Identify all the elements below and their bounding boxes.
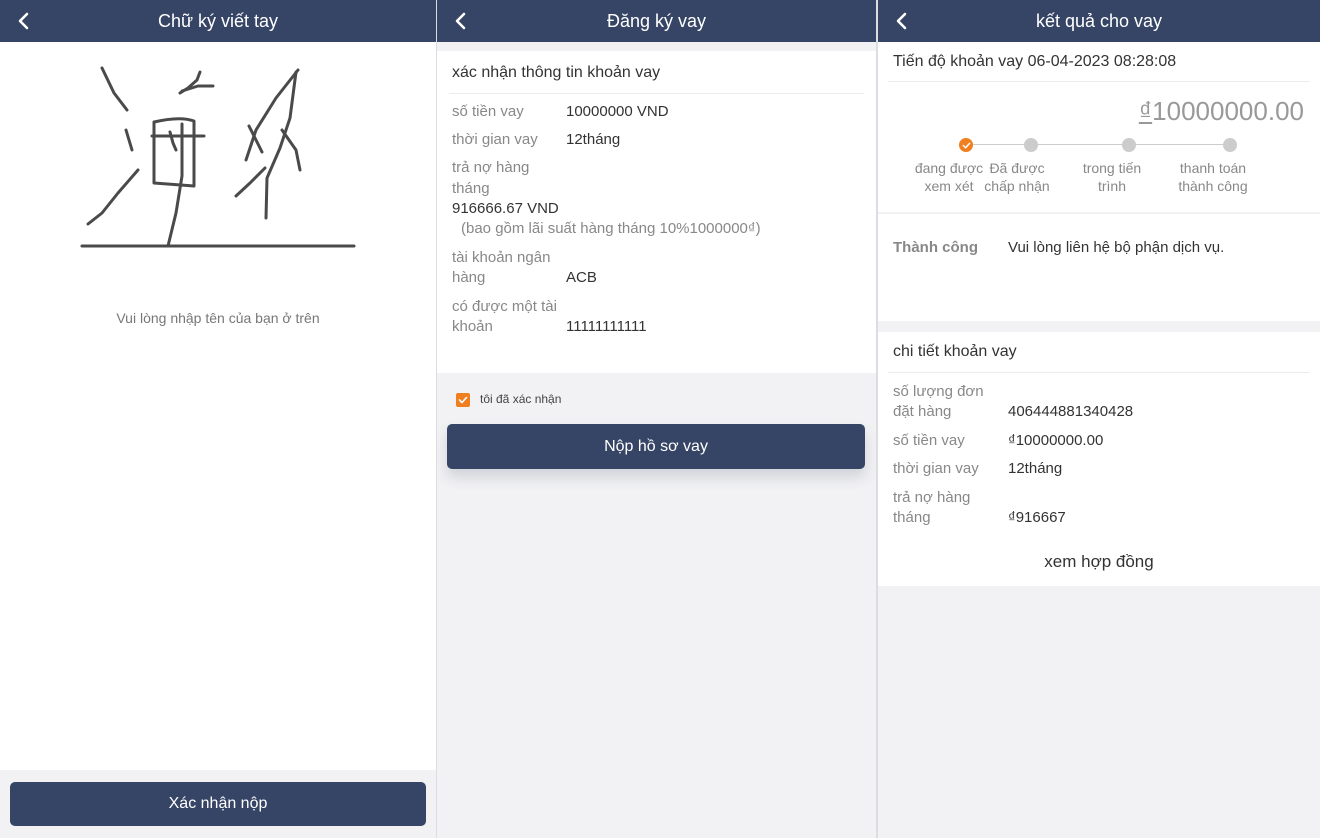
progress-title: Tiến độ khoản vay 06-04-2023 08:28:08	[893, 53, 1177, 70]
step-label-line2: trình	[1097, 178, 1126, 194]
loan-details-card: chi tiết khoản vay số lượng đơn đặt hàng…	[878, 332, 1320, 586]
bank-account-label-line2: hàng	[452, 269, 486, 286]
step-dot-in-progress	[1122, 138, 1136, 152]
loan-result-screen: kết quả cho vay Tiến độ khoản vay 06-04-…	[878, 0, 1320, 838]
bank-account-value: ACB	[566, 269, 597, 286]
amount-value: 10000000.00	[1152, 96, 1304, 126]
loan-amount-label: số tiền vay	[893, 432, 965, 449]
loan-progress-card: Tiến độ khoản vay 06-04-2023 08:28:08 ₫1…	[878, 42, 1320, 212]
step-label-in-progress: trong tiến trình	[1074, 159, 1150, 195]
order-number-value: 406444881340428	[1008, 403, 1134, 420]
submit-loan-button[interactable]: Nộp hồ sơ vay	[447, 424, 865, 469]
page-title: kết quả cho vay	[1035, 10, 1163, 31]
step-label-accepted: Đã được chấp nhận	[980, 159, 1054, 195]
step-dot-paid	[1223, 138, 1237, 152]
section-title: chi tiết khoản vay	[893, 343, 1017, 360]
order-number-label-line1: số lượng đơn	[893, 383, 984, 400]
signature-screen: Chữ ký viết tay Vui lòng nhập tên của bạ…	[0, 0, 436, 838]
chevron-left-icon	[455, 12, 466, 30]
header: Đăng ký vay	[437, 0, 876, 42]
step-label-line1: thanh toán	[1179, 160, 1247, 176]
monthly-payment-label-line1: trả nợ hàng	[893, 489, 971, 506]
header: kết quả cho vay	[878, 0, 1320, 42]
page-title: Đăng ký vay	[606, 10, 707, 31]
separator	[888, 81, 1310, 82]
confirm-checkbox[interactable]	[456, 393, 470, 407]
loan-amount-value: 10000000 VND	[566, 103, 669, 120]
status-title: Thành công	[893, 239, 978, 256]
loan-amount-label: số tiền vay	[452, 103, 524, 120]
loan-register-screen: Đăng ký vay xác nhận thông tin khoản vay…	[437, 0, 876, 838]
chevron-left-icon	[896, 12, 907, 30]
confirm-submit-button[interactable]: Xác nhận nộp	[10, 782, 426, 826]
step-label-line2: chấp nhận	[984, 178, 1050, 194]
loan-info-card: xác nhận thông tin khoản vay số tiền vay…	[437, 51, 876, 373]
back-button[interactable]	[449, 9, 471, 33]
monthly-payment-value: 916666.67 VND	[452, 200, 559, 217]
back-button[interactable]	[12, 9, 34, 33]
page-title: Chữ ký viết tay	[157, 10, 279, 31]
view-contract-link[interactable]: xem hợp đồng	[878, 552, 1320, 572]
check-icon	[458, 396, 468, 404]
chevron-left-icon	[18, 12, 29, 30]
account-number-value: 11111111111	[566, 318, 647, 335]
loan-amount-display: ₫10000000.00	[1139, 96, 1304, 127]
step-dot-accepted	[1024, 138, 1038, 152]
header: Chữ ký viết tay	[0, 0, 436, 42]
confirm-checkbox-label[interactable]: tôi đã xác nhận	[480, 392, 561, 406]
loan-term-label: thời gian vay	[452, 131, 538, 148]
section-title: xác nhận thông tin khoản vay	[452, 64, 661, 81]
step-dot-reviewing	[959, 138, 973, 152]
account-number-label-line1: có được một tài	[452, 298, 557, 315]
step-label-line1: trong tiến	[1082, 160, 1142, 176]
back-button[interactable]	[890, 9, 912, 33]
step-label-line2: thành công	[1178, 178, 1248, 194]
loan-amount-value: ₫10000000.00	[1008, 432, 1104, 449]
loan-term-value: 12tháng	[1008, 460, 1063, 477]
monthly-payment-note: (bao gồm lãi suất hàng tháng 10%1000000₫…	[461, 220, 761, 237]
loan-term-value: 12tháng	[566, 131, 621, 148]
signature-hint: Vui lòng nhập tên của bạn ở trên	[116, 310, 320, 326]
bank-account-label-line1: tài khoản ngân	[452, 249, 551, 266]
status-message: Vui lòng liên hệ bộ phận dịch vụ.	[1008, 239, 1225, 256]
account-number-label-line2: khoản	[452, 318, 493, 335]
monthly-payment-value: ₫916667	[1008, 509, 1066, 526]
separator	[888, 372, 1310, 373]
check-icon	[962, 142, 970, 148]
step-label-line1: Đã được	[989, 160, 1045, 176]
currency-symbol: ₫	[1138, 96, 1153, 126]
order-number-label-line2: đặt hàng	[893, 403, 952, 420]
progress-track	[966, 144, 1230, 145]
step-label-line1: đang được	[914, 160, 984, 176]
monthly-payment-label-line2: tháng	[452, 180, 490, 197]
loan-term-label: thời gian vay	[893, 460, 979, 477]
status-card: Thành công Vui lòng liên hệ bộ phận dịch…	[878, 214, 1320, 321]
monthly-payment-label-line1: trả nợ hàng	[452, 159, 530, 176]
separator	[449, 93, 864, 94]
signature-canvas[interactable]	[70, 58, 370, 258]
step-label-line2: xem xét	[924, 178, 974, 194]
monthly-payment-label-line2: tháng	[893, 509, 931, 526]
step-label-paid: thanh toán thành công	[1170, 159, 1256, 195]
step-label-reviewing: đang được xem xét	[914, 159, 984, 195]
